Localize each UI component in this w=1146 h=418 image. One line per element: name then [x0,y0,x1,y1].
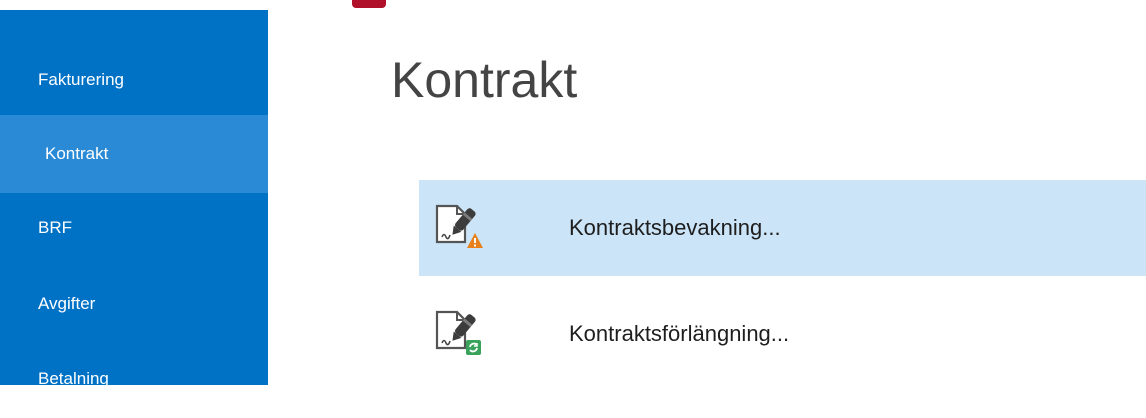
contract-warning-icon [433,204,483,250]
sidebar-item-avgifter[interactable]: Avgifter [0,265,268,343]
sidebar-item-label: Avgifter [38,294,96,313]
page-title: Kontrakt [391,52,578,108]
sidebar-item-label: Fakturering [38,70,124,89]
sidebar: Fakturering Kontrakt BRF Avgifter Betaln… [0,10,268,388]
contract-renew-icon [433,310,483,356]
sidebar-item-label: Kontrakt [45,144,109,163]
command-label: Kontraktsförlängning... [569,321,790,346]
sidebar-item-fakturering[interactable]: Fakturering [0,41,268,119]
top-strip [0,0,1146,10]
sidebar-item-brf[interactable]: BRF [0,189,268,267]
sidebar-item-label: Betalning [38,369,109,388]
top-accent-mark [352,0,386,8]
sidebar-item-label: BRF [38,218,72,237]
kontraktsforlangning-command[interactable]: Kontraktsförlängning... [419,286,1146,382]
sidebar-item-kontrakt[interactable]: Kontrakt [0,115,268,193]
sidebar-item-betalning[interactable]: Betalning [0,340,268,418]
kontraktsbevakning-command[interactable]: Kontraktsbevakning... [419,180,1146,276]
command-label: Kontraktsbevakning... [569,215,781,240]
